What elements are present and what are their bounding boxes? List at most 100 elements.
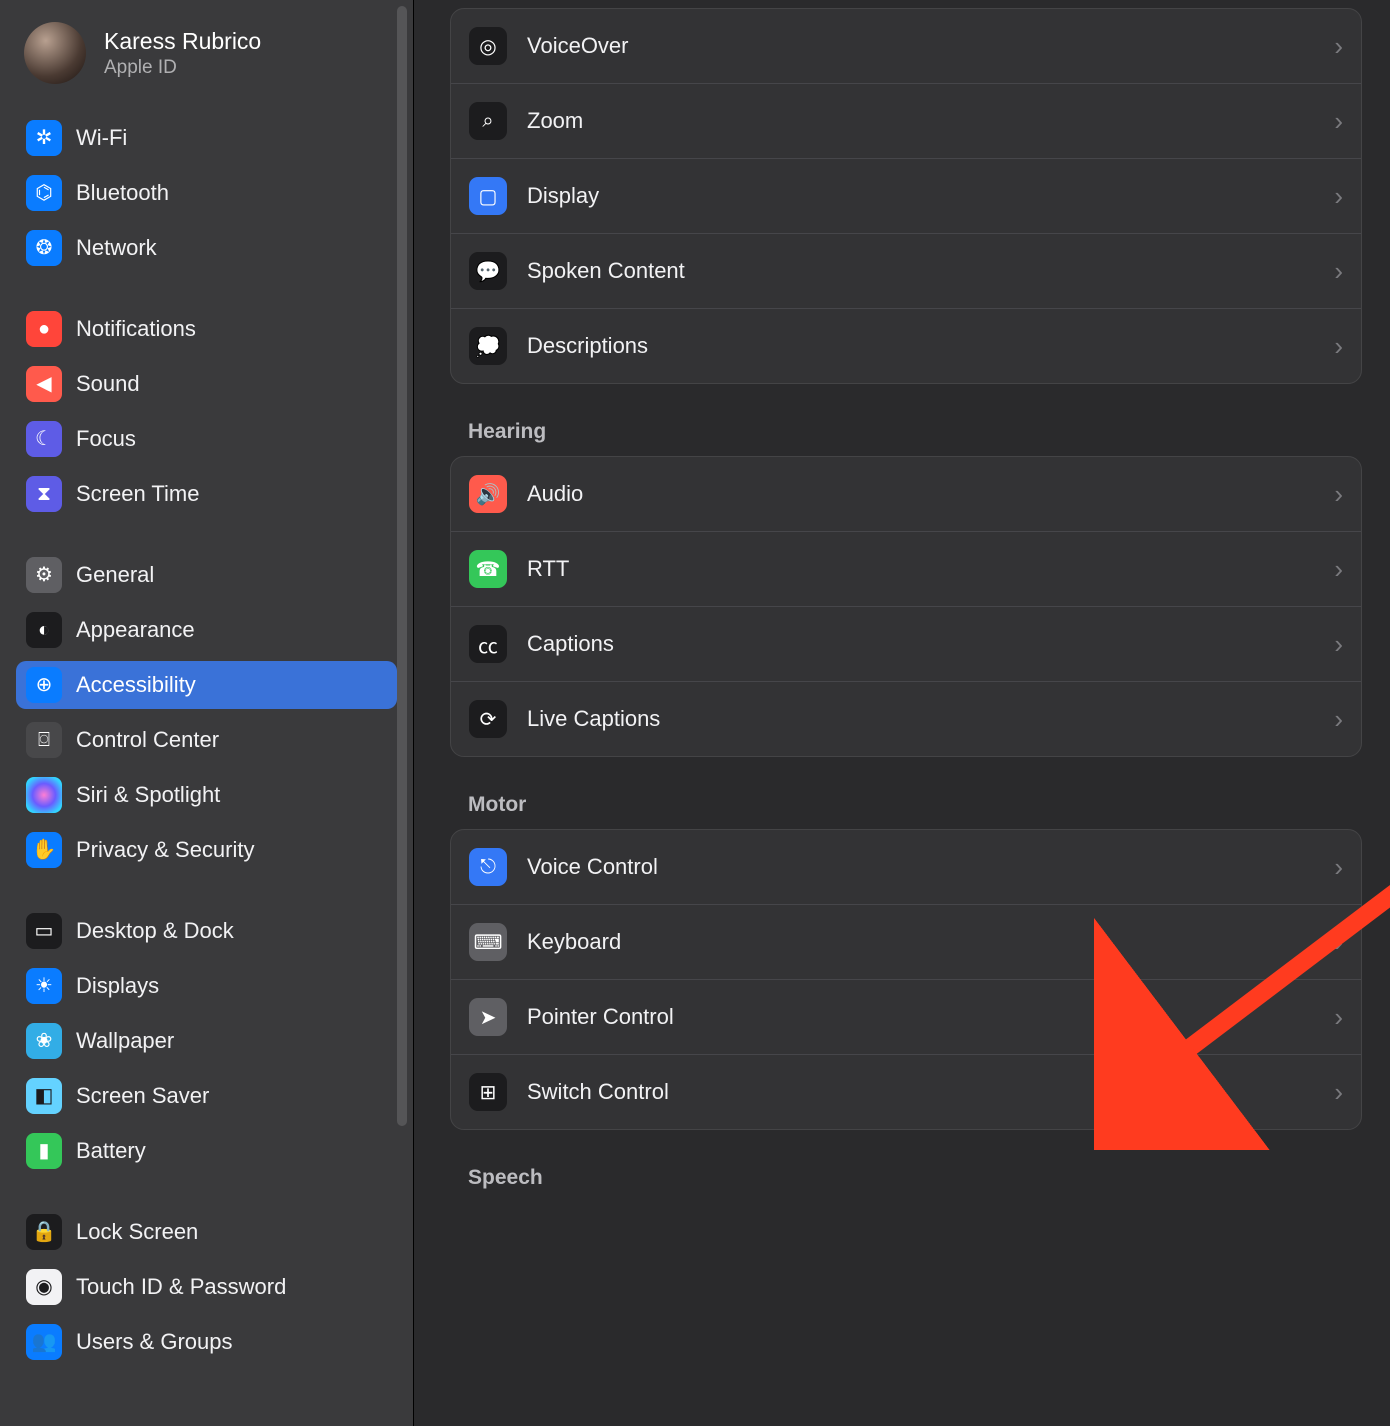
row-voice-control[interactable]: ⎋Voice Control› xyxy=(451,830,1361,905)
focus-icon: ☾ xyxy=(26,421,62,457)
row-spoken-content[interactable]: 💬Spoken Content› xyxy=(451,234,1361,309)
row-label: Spoken Content xyxy=(527,258,685,284)
row-rtt[interactable]: ☎RTT› xyxy=(451,532,1361,607)
sidebar-item-network[interactable]: ❂ Network xyxy=(16,224,397,272)
sidebar-item-general[interactable]: ⚙ General xyxy=(16,551,397,599)
row-audio[interactable]: 🔊Audio› xyxy=(451,457,1361,532)
network-icon: ❂ xyxy=(26,230,62,266)
settings-card: 🔊Audio›☎RTT›㏄Captions›⟳Live Captions› xyxy=(450,456,1362,757)
voice-control-icon: ⎋ xyxy=(469,848,507,886)
chevron-right-icon: › xyxy=(1334,1077,1343,1108)
sidebar-item-label: Screen Saver xyxy=(76,1083,209,1109)
sidebar-item-screen-time[interactable]: ⧗ Screen Time xyxy=(16,470,397,518)
sidebar-item-label: Control Center xyxy=(76,727,219,753)
privacy-icon: ✋ xyxy=(26,832,62,868)
sidebar-item-users-groups[interactable]: 👥Users & Groups xyxy=(16,1318,397,1366)
sidebar-item-privacy-security[interactable]: ✋ Privacy & Security xyxy=(16,826,397,874)
battery-icon: ▮ xyxy=(26,1133,62,1169)
sidebar-item-focus[interactable]: ☾Focus xyxy=(16,415,397,463)
control-center-icon: ⌼ xyxy=(26,722,62,758)
chevron-right-icon: › xyxy=(1334,181,1343,212)
row-switch-control[interactable]: ⊞ Switch Control › xyxy=(451,1055,1361,1129)
row-display[interactable]: ▢ Display › xyxy=(451,159,1361,234)
sidebar: Karess Rubrico Apple ID ✲ Wi-Fi ⌬Bluetooth… xyxy=(0,0,414,1426)
wifi-icon: ✲ xyxy=(26,120,62,156)
row-label: Switch Control xyxy=(527,1079,669,1105)
sidebar-item-accessibility[interactable]: ⊕ Accessibility xyxy=(16,661,397,709)
apple-id-profile[interactable]: Karess Rubrico Apple ID xyxy=(0,14,413,108)
sidebar-item-label: Desktop & Dock xyxy=(76,918,234,944)
row-label: Descriptions xyxy=(527,333,648,359)
row-label: Audio xyxy=(527,481,583,507)
sidebar-item-displays[interactable]: ☀ Displays xyxy=(16,962,397,1010)
chevron-right-icon: › xyxy=(1334,704,1343,735)
dock-icon: ▭ xyxy=(26,913,62,949)
zoom-icon: ⌕ xyxy=(469,102,507,140)
screensaver-icon: ◧ xyxy=(26,1078,62,1114)
chevron-right-icon: › xyxy=(1334,927,1343,958)
sidebar-item-control-center[interactable]: ⌼ Control Center xyxy=(16,716,397,764)
users-icon: 👥 xyxy=(26,1324,62,1360)
sidebar-item-lock-screen[interactable]: 🔒 Lock Screen xyxy=(16,1208,397,1256)
accessibility-icon: ⊕ xyxy=(26,667,62,703)
sidebar-item-label: Screen Time xyxy=(76,481,200,507)
sidebar-item-label: Privacy & Security xyxy=(76,837,255,863)
row-pointer-control[interactable]: ➤Pointer Control› xyxy=(451,980,1361,1055)
descriptions-icon: 💭 xyxy=(469,327,507,365)
sidebar-item-appearance[interactable]: ◐Appearance xyxy=(16,606,397,654)
display-icon: ▢ xyxy=(469,177,507,215)
row-label: RTT xyxy=(527,556,569,582)
gear-icon: ⚙ xyxy=(26,557,62,593)
siri-icon xyxy=(26,777,62,813)
sidebar-scrollbar[interactable] xyxy=(397,6,407,1126)
sidebar-item-wi-fi[interactable]: ✲ Wi-Fi xyxy=(16,114,397,162)
sidebar-item-battery[interactable]: ▮ Battery xyxy=(16,1127,397,1175)
row-descriptions[interactable]: 💭 Descriptions › xyxy=(451,309,1361,383)
sidebar-item-label: Accessibility xyxy=(76,672,196,698)
sidebar-item-wallpaper[interactable]: ❀Wallpaper xyxy=(16,1017,397,1065)
sidebar-item-label: Wallpaper xyxy=(76,1028,174,1054)
sound-icon: ◀ xyxy=(26,366,62,402)
settings-card: ⎋Voice Control›⌨Keyboard›➤Pointer Contro… xyxy=(450,829,1362,1130)
screentime-icon: ⧗ xyxy=(26,476,62,512)
row-zoom[interactable]: ⌕Zoom› xyxy=(451,84,1361,159)
sidebar-item-label: Battery xyxy=(76,1138,146,1164)
apple-id-label: Apple ID xyxy=(104,57,261,79)
sidebar-item-label: General xyxy=(76,562,154,588)
chevron-right-icon: › xyxy=(1334,331,1343,362)
displays-icon: ☀ xyxy=(26,968,62,1004)
chevron-right-icon: › xyxy=(1334,1002,1343,1033)
sidebar-item-touch-id-password[interactable]: ◉ Touch ID & Password xyxy=(16,1263,397,1311)
user-name: Karess Rubrico xyxy=(104,28,261,55)
row-label: Live Captions xyxy=(527,706,660,732)
sidebar-item-bluetooth[interactable]: ⌬Bluetooth xyxy=(16,169,397,217)
sidebar-item-label: Lock Screen xyxy=(76,1219,198,1245)
row-label: Display xyxy=(527,183,599,209)
chevron-right-icon: › xyxy=(1334,629,1343,660)
sidebar-item-sound[interactable]: ◀Sound xyxy=(16,360,397,408)
bell-icon: ● xyxy=(26,311,62,347)
spoken-icon: 💬 xyxy=(469,252,507,290)
row-label: Keyboard xyxy=(527,929,621,955)
sidebar-item-label: Touch ID & Password xyxy=(76,1274,286,1300)
sidebar-item-notifications[interactable]: ●Notifications xyxy=(16,305,397,353)
sidebar-item-label: Displays xyxy=(76,973,159,999)
chevron-right-icon: › xyxy=(1334,554,1343,585)
switch-icon: ⊞ xyxy=(469,1073,507,1111)
sidebar-item-desktop-dock[interactable]: ▭ Desktop & Dock xyxy=(16,907,397,955)
chevron-right-icon: › xyxy=(1334,852,1343,883)
captions-icon: ㏄ xyxy=(469,625,507,663)
row-keyboard[interactable]: ⌨ Keyboard › xyxy=(451,905,1361,980)
audio-icon: 🔊 xyxy=(469,475,507,513)
touchid-icon: ◉ xyxy=(26,1269,62,1305)
keyboard-icon: ⌨ xyxy=(469,923,507,961)
row-captions[interactable]: ㏄Captions› xyxy=(451,607,1361,682)
sidebar-item-label: Wi-Fi xyxy=(76,125,127,151)
sidebar-item-screen-saver[interactable]: ◧ Screen Saver xyxy=(16,1072,397,1120)
lock-icon: 🔒 xyxy=(26,1214,62,1250)
chevron-right-icon: › xyxy=(1334,106,1343,137)
sidebar-item-siri-spotlight[interactable]: Siri & Spotlight xyxy=(16,771,397,819)
sidebar-item-label: Network xyxy=(76,235,157,261)
row-voiceover[interactable]: ◎VoiceOver› xyxy=(451,9,1361,84)
row-live-captions[interactable]: ⟳Live Captions› xyxy=(451,682,1361,756)
